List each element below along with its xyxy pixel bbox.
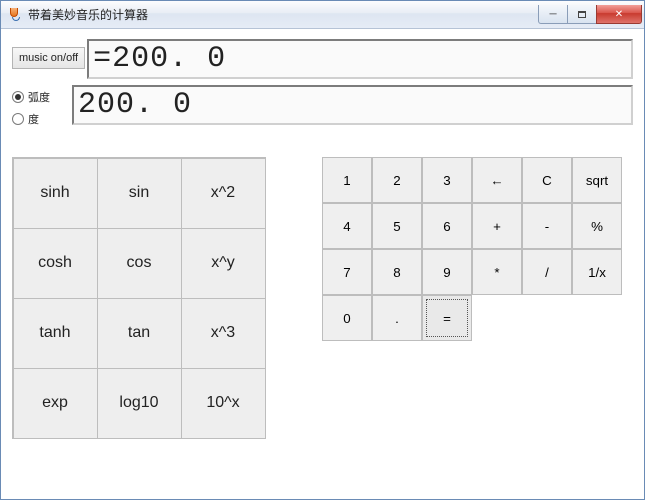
radio-degree[interactable]: 度 [12,111,72,127]
num-9-button[interactable]: 9 [422,249,472,295]
minimize-button[interactable]: ─ [538,5,568,24]
button-panels: sinhsinx^2coshcosx^ytanhtanx^3explog1010… [12,157,633,439]
angle-mode-group: 弧度 度 [12,85,72,133]
num-dot-button[interactable]: . [372,295,422,341]
sci-sin-button[interactable]: sin [97,158,182,229]
sci-log10-button[interactable]: log10 [97,368,182,439]
num-plus-button[interactable]: + [472,203,522,249]
radio-degree-label: 度 [28,111,39,127]
sci-sinh-button[interactable]: sinh [13,158,98,229]
sci-10x-button[interactable]: 10^x [181,368,266,439]
num-minus-button[interactable]: - [522,203,572,249]
second-row: 弧度 度 200. 0 [12,85,633,133]
num-0-button[interactable]: 0 [322,295,372,341]
sci-x2-button[interactable]: x^2 [181,158,266,229]
content-area: music on/off =200. 0 弧度 度 200. 0 sinhsin… [2,29,643,498]
num-3-button[interactable]: 3 [422,157,472,203]
close-button[interactable]: ✕ [596,5,642,24]
app-window: 带着美妙音乐的计算器 ─ ✕ music on/off =200. 0 弧度 度 [0,0,645,500]
sci-tan-button[interactable]: tan [97,298,182,369]
num-multiply-button[interactable]: * [472,249,522,295]
num-8-button[interactable]: 8 [372,249,422,295]
num-divide-button[interactable]: / [522,249,572,295]
num-1-button[interactable]: 1 [322,157,372,203]
radio-degree-indicator [12,113,24,125]
num-1x-button[interactable]: 1/x [572,249,622,295]
num-5-button[interactable]: 5 [372,203,422,249]
result-display: 200. 0 [72,85,633,125]
numeric-grid: 123←Csqrt 456+-% 789*/1/x 0.= [322,157,622,439]
sci-tanh-button[interactable]: tanh [13,298,98,369]
num-percent-button[interactable]: % [572,203,622,249]
window-title: 带着美妙音乐的计算器 [28,6,539,23]
num-backspace-button[interactable]: ← [472,157,522,203]
num-2-button[interactable]: 2 [372,157,422,203]
maximize-button[interactable] [567,5,597,24]
top-row: music on/off =200. 0 [12,39,633,79]
num-c-button[interactable]: C [522,157,572,203]
sci-x3-button[interactable]: x^3 [181,298,266,369]
radio-radian[interactable]: 弧度 [12,89,72,105]
radio-radian-indicator [12,91,24,103]
sci-xy-button[interactable]: x^y [181,228,266,299]
expression-display: =200. 0 [87,39,633,79]
window-buttons: ─ ✕ [539,5,642,24]
music-toggle-button[interactable]: music on/off [12,47,85,69]
radio-radian-label: 弧度 [28,89,50,105]
num-7-button[interactable]: 7 [322,249,372,295]
num-4-button[interactable]: 4 [322,203,372,249]
sci-cosh-button[interactable]: cosh [13,228,98,299]
num-equals-button[interactable]: = [422,295,472,341]
titlebar: 带着美妙音乐的计算器 ─ ✕ [1,1,644,29]
scientific-grid: sinhsinx^2 coshcosx^y tanhtanx^3 explog1010… [12,157,266,439]
sci-cos-button[interactable]: cos [97,228,182,299]
num-sqrt-button[interactable]: sqrt [572,157,622,203]
java-icon [7,7,23,23]
sci-exp-button[interactable]: exp [13,368,98,439]
num-6-button[interactable]: 6 [422,203,472,249]
